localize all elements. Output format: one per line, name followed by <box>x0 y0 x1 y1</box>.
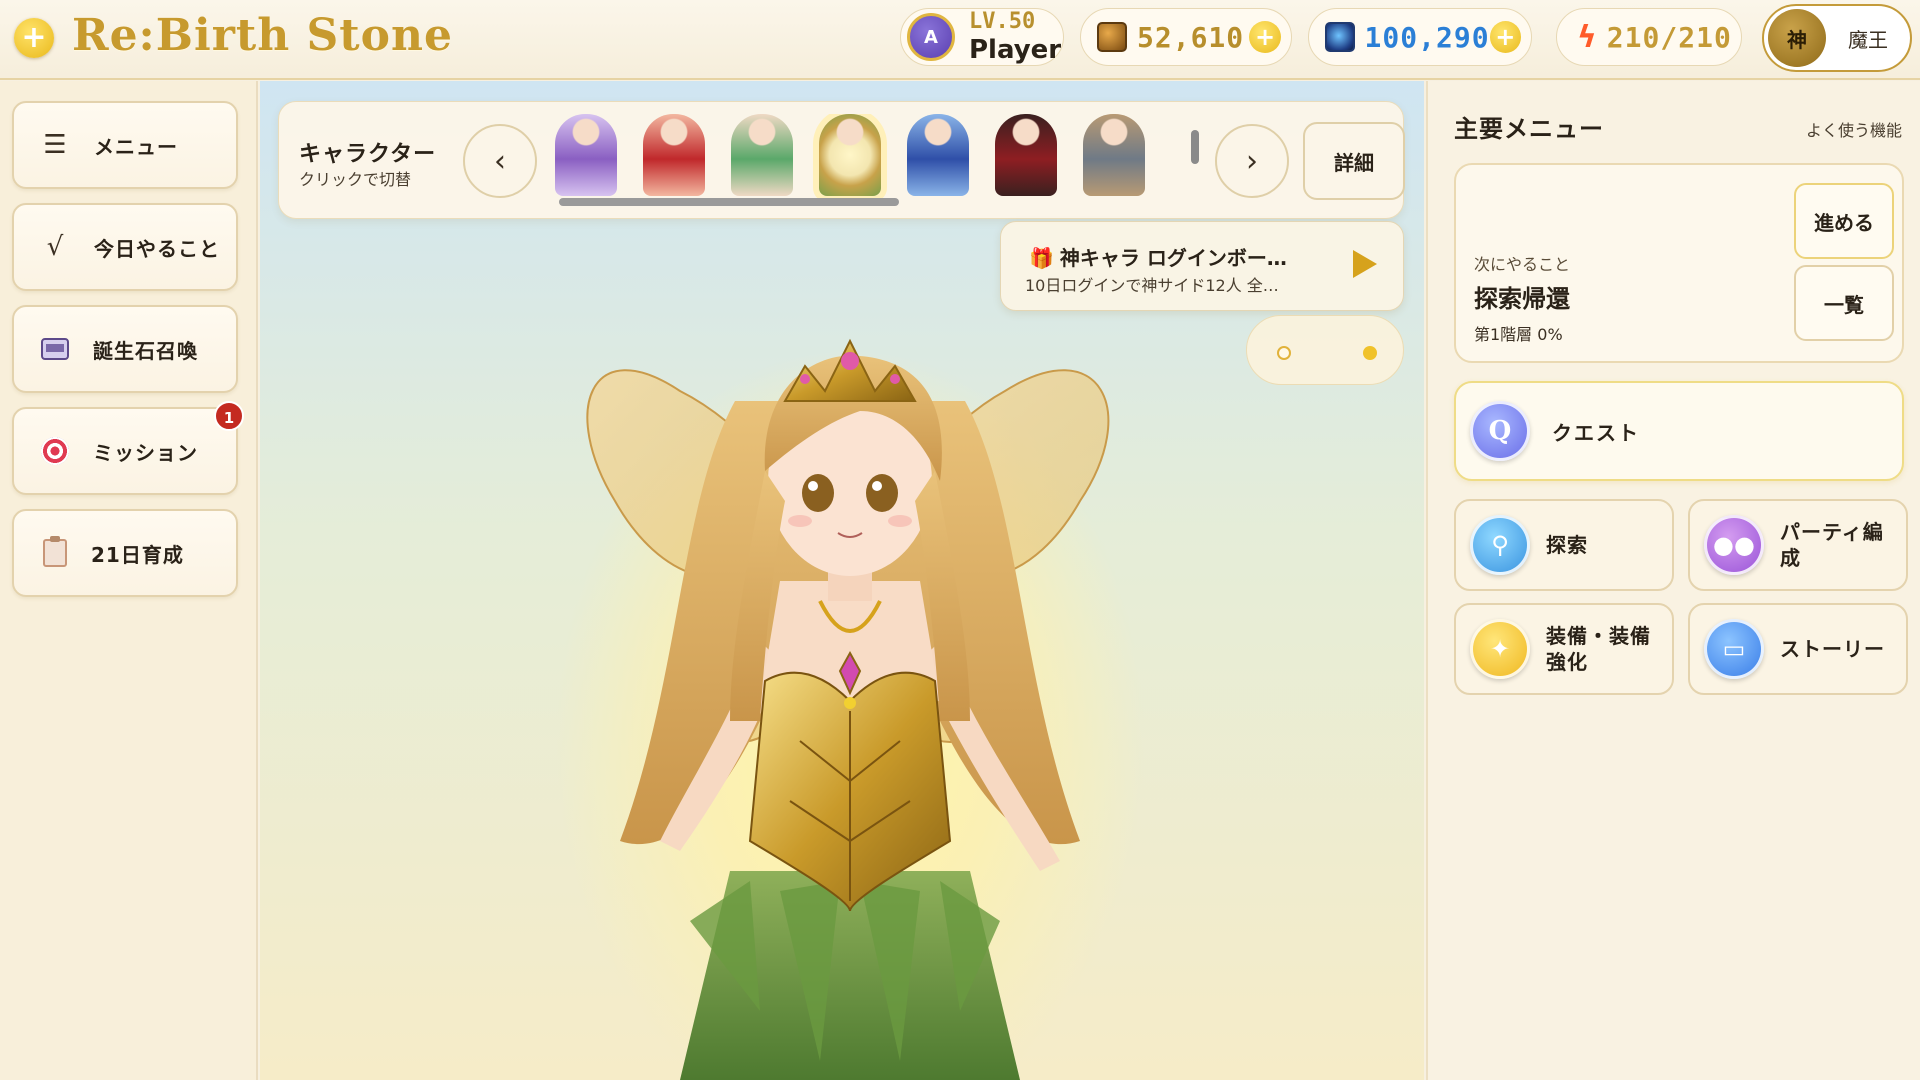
character-thumbnail-green-staff-character[interactable] <box>731 114 793 196</box>
avatar[interactable]: A <box>907 13 955 61</box>
pagination-dot-2[interactable] <box>1363 346 1377 360</box>
login-bonus-banner[interactable]: 🎁 神キャラ ログインボー… 10日ログインで神サイド12人 全… <box>1000 221 1404 311</box>
explore-label: 探索 <box>1546 533 1588 557</box>
explore-button[interactable]: ⚲ 探索 <box>1454 499 1674 591</box>
logo-plus-icon[interactable]: + <box>14 18 54 58</box>
horizontal-scrollbar[interactable] <box>551 198 1157 206</box>
previous-character-button[interactable]: ‹ <box>463 124 537 198</box>
next-task-card: 次にやること 探索帰還 第1階層 0% 進める 一覧 <box>1454 163 1904 363</box>
lightning-bolt-icon: ϟ <box>1577 19 1597 55</box>
player-name: Player <box>969 35 1062 65</box>
gold-amount: 52,610 <box>1137 20 1245 54</box>
slot-machine-icon <box>41 338 69 360</box>
mission-count-badge: 1 <box>214 401 244 431</box>
sidebar-item-label: ミッション <box>93 440 198 465</box>
energy-pill: ϟ 210/210 <box>1556 8 1742 66</box>
login-bonus-title-text: 神キャラ ログインボー… <box>1059 246 1287 270</box>
character-thumbnail-blue-armor-character[interactable] <box>907 114 969 196</box>
login-bonus-description: 10日ログインで神サイド12人 全… <box>1025 276 1279 295</box>
character-thumbnail-red-dress-character[interactable] <box>643 114 705 196</box>
top-header: + Re:Birth Stone A LV.50 Player 52,610 +… <box>0 0 1920 80</box>
quest-label: クエスト <box>1552 420 1640 445</box>
horizontal-scrollbar-thumb[interactable] <box>559 198 899 206</box>
side-mode-toggle[interactable]: 神 魔王 <box>1762 4 1912 72</box>
main-menu-title: 主要メニュー <box>1454 114 1604 143</box>
party-formation-button[interactable]: ●● パーティ編成 <box>1688 499 1908 591</box>
sidebar-item-label: 今日やること <box>94 236 220 261</box>
player-level: LV.50 <box>969 9 1036 34</box>
player-level-pill[interactable]: A LV.50 Player <box>900 8 1064 66</box>
story-label: ストーリー <box>1780 637 1885 661</box>
left-sidebar: ☰ メニュー √ 今日やること 誕生石召喚 ミッション 1 21日育成 <box>0 81 258 1080</box>
next-task-name: 探索帰還 <box>1474 285 1570 313</box>
character-thumbnail-grey-fox-character[interactable] <box>1083 114 1145 196</box>
equipment-button[interactable]: ✦ 装備・装備強化 <box>1454 603 1674 695</box>
energy-amount: 210/210 <box>1606 20 1732 54</box>
pagination-dot-1[interactable] <box>1277 346 1291 360</box>
character-selector-hint: クリックで切替 <box>299 170 412 189</box>
character-detail-button[interactable]: 詳細 <box>1303 122 1405 200</box>
next-character-button[interactable]: › <box>1215 124 1289 198</box>
gift-icon: 🎁 <box>1029 246 1054 270</box>
character-thumbnail-purple-kimono-character[interactable] <box>555 114 617 196</box>
gem-currency-pill: 100,290 + <box>1308 8 1532 66</box>
login-bonus-title: 🎁 神キャラ ログインボー… <box>1029 242 1287 271</box>
gem-amount: 100,290 <box>1364 20 1490 54</box>
frequent-functions-label: よく使う機能 <box>1805 121 1902 140</box>
banner-pagination <box>1246 315 1404 385</box>
vertical-scrollbar[interactable] <box>1191 118 1199 178</box>
character-selector-title: キャラクター <box>299 142 437 167</box>
demon-lord-mode-option[interactable]: 魔王 <box>1848 24 1888 53</box>
next-task-progress: 第1階層 0% <box>1474 325 1563 344</box>
book-icon: ▭ <box>1704 619 1764 679</box>
add-gold-button[interactable]: + <box>1249 21 1281 53</box>
character-thumbnail-strip[interactable] <box>549 114 1181 206</box>
gold-coin-icon <box>1097 22 1127 52</box>
sidebar-item-21day-training[interactable]: 21日育成 <box>12 509 238 597</box>
gem-icon <box>1325 22 1355 52</box>
next-task-label: 次にやること <box>1474 255 1571 274</box>
hamburger-icon: ☰ <box>43 130 67 160</box>
character-thumbnail-crimson-cloak-character[interactable] <box>995 114 1057 196</box>
task-list-button[interactable]: 一覧 <box>1794 265 1894 341</box>
story-button[interactable]: ▭ ストーリー <box>1688 603 1908 695</box>
character-thumbnail-fairy-character[interactable] <box>819 114 881 196</box>
sidebar-item-summon[interactable]: 誕生石召喚 <box>12 305 238 393</box>
character-stage: キャラクター クリックで切替 ‹ › 詳細 🎁 神キャラ ログインボー… 10日ロ… <box>260 81 1424 1080</box>
check-icon: √ <box>46 232 64 262</box>
play-arrow-icon[interactable] <box>1353 250 1377 278</box>
right-menu-panel: 主要メニュー よく使う機能 次にやること 探索帰還 第1階層 0% 進める 一覧… <box>1426 81 1920 1080</box>
sidebar-item-label: 誕生石召喚 <box>93 338 198 363</box>
sidebar-item-label: 21日育成 <box>91 542 184 567</box>
sidebar-item-today-tasks[interactable]: √ 今日やること <box>12 203 238 291</box>
equipment-label: 装備・装備強化 <box>1546 624 1651 674</box>
sparkle-icon: ✦ <box>1470 619 1530 679</box>
character-selector-bar: キャラクター クリックで切替 ‹ › 詳細 <box>278 101 1405 219</box>
advance-button[interactable]: 進める <box>1794 183 1894 259</box>
sidebar-item-missions[interactable]: ミッション 1 <box>12 401 244 495</box>
target-icon <box>41 437 69 465</box>
vertical-scrollbar-thumb[interactable] <box>1191 130 1199 164</box>
sidebar-item-menu[interactable]: ☰ メニュー <box>12 101 238 189</box>
quest-button[interactable]: Q クエスト <box>1454 381 1904 481</box>
clipboard-icon <box>43 536 67 567</box>
party-icon: ●● <box>1704 515 1764 575</box>
sidebar-item-label: メニュー <box>94 134 178 159</box>
party-formation-label: パーティ編成 <box>1780 520 1884 570</box>
app-title: Re:Birth Stone <box>72 10 453 61</box>
god-mode-option[interactable]: 神 <box>1768 9 1826 67</box>
gold-currency-pill: 52,610 + <box>1080 8 1292 66</box>
add-gems-button[interactable]: + <box>1489 21 1521 53</box>
quest-icon: Q <box>1470 401 1530 461</box>
magnifier-icon: ⚲ <box>1470 515 1530 575</box>
